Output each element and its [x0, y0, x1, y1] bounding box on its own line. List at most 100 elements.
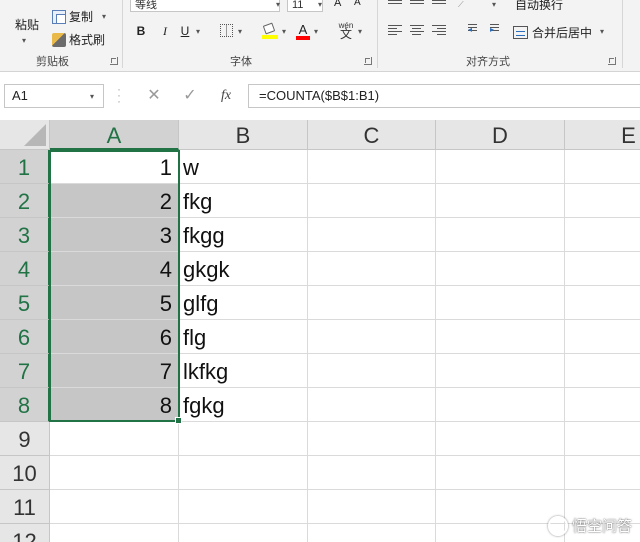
cell-b4[interactable]: gkgk — [179, 252, 308, 286]
cell-d4[interactable] — [436, 252, 565, 286]
font-size-dropdown-icon[interactable]: ▾ — [318, 0, 322, 9]
cell-e7[interactable] — [565, 354, 640, 388]
middle-align-icon[interactable] — [410, 0, 424, 12]
cell-c11[interactable] — [308, 490, 436, 524]
cell-a8[interactable]: 8 — [50, 388, 179, 422]
cell-c1[interactable] — [308, 150, 436, 184]
bold-button[interactable]: B — [134, 24, 148, 38]
align-center-icon[interactable] — [410, 25, 424, 37]
cell-e3[interactable] — [565, 218, 640, 252]
row-header-1[interactable]: 1 — [0, 150, 50, 184]
top-align-icon[interactable] — [388, 0, 402, 12]
cell-b1[interactable]: w — [179, 150, 308, 184]
cell-c3[interactable] — [308, 218, 436, 252]
clipboard-launcher-icon[interactable] — [110, 57, 118, 65]
enter-entry-button[interactable]: ✓ — [180, 86, 200, 106]
copy-button[interactable]: 复制 — [52, 8, 93, 25]
align-left-icon[interactable] — [388, 25, 402, 37]
cell-c12[interactable] — [308, 524, 436, 542]
worksheet-grid[interactable]: A B C D E 1 2 3 4 5 6 7 8 9 10 11 12 1 2… — [0, 120, 640, 542]
cell-b8[interactable]: fgkg — [179, 388, 308, 422]
row-header-8[interactable]: 8 — [0, 388, 50, 422]
italic-button[interactable]: I — [158, 24, 172, 39]
fill-color-dropdown-icon[interactable]: ▾ — [282, 27, 286, 36]
cell-d9[interactable] — [436, 422, 565, 456]
cell-b12[interactable] — [179, 524, 308, 542]
row-header-3[interactable]: 3 — [0, 218, 50, 252]
font-color-icon[interactable]: A — [296, 22, 310, 40]
insert-function-button[interactable]: fx — [216, 86, 236, 106]
row-header-11[interactable]: 11 — [0, 490, 50, 524]
underline-dropdown-icon[interactable]: ▾ — [196, 27, 200, 36]
paste-button[interactable]: 粘贴 — [10, 16, 44, 48]
cancel-entry-button[interactable]: ✕ — [144, 86, 164, 106]
cell-b9[interactable] — [179, 422, 308, 456]
cell-c6[interactable] — [308, 320, 436, 354]
column-header-d[interactable]: D — [436, 120, 565, 150]
formula-input[interactable]: =COUNTA($B$1:B1) — [248, 84, 640, 108]
format-painter-button[interactable]: 格式刷 — [52, 31, 105, 48]
cell-d6[interactable] — [436, 320, 565, 354]
font-name-box[interactable]: 等线 — [130, 0, 280, 12]
cell-e6[interactable] — [565, 320, 640, 354]
fill-color-icon[interactable] — [262, 22, 278, 39]
borders-icon[interactable] — [220, 24, 233, 37]
wrap-text-button[interactable]: 自动换行 — [515, 0, 563, 10]
cell-e8[interactable] — [565, 388, 640, 422]
cell-e4[interactable] — [565, 252, 640, 286]
cell-d5[interactable] — [436, 286, 565, 320]
cell-d2[interactable] — [436, 184, 565, 218]
borders-dropdown-icon[interactable]: ▾ — [238, 27, 242, 36]
cell-d1[interactable] — [436, 150, 565, 184]
cell-b11[interactable] — [179, 490, 308, 524]
cell-d10[interactable] — [436, 456, 565, 490]
row-header-10[interactable]: 10 — [0, 456, 50, 490]
cell-b10[interactable] — [179, 456, 308, 490]
cell-c8[interactable] — [308, 388, 436, 422]
cell-c5[interactable] — [308, 286, 436, 320]
merge-center-button[interactable]: 合并后居中 — [513, 24, 592, 41]
font-color-dropdown-icon[interactable]: ▾ — [314, 27, 318, 36]
cell-a7[interactable]: 7 — [50, 354, 179, 388]
row-header-9[interactable]: 9 — [0, 422, 50, 456]
formula-bar-grip-icon[interactable]: · · · — [116, 83, 122, 107]
paste-dropdown-icon[interactable]: ▾ — [22, 36, 26, 45]
cell-b2[interactable]: fkg — [179, 184, 308, 218]
column-header-a[interactable]: A — [50, 120, 179, 150]
phonetic-dropdown-icon[interactable]: ▾ — [358, 27, 362, 36]
cell-c4[interactable] — [308, 252, 436, 286]
column-header-c[interactable]: C — [308, 120, 436, 150]
cell-d7[interactable] — [436, 354, 565, 388]
cell-a10[interactable] — [50, 456, 179, 490]
row-header-2[interactable]: 2 — [0, 184, 50, 218]
orientation-icon[interactable]: ⟋ — [458, 0, 464, 10]
row-header-4[interactable]: 4 — [0, 252, 50, 286]
name-box[interactable]: A1 — [4, 84, 104, 108]
cell-d12[interactable] — [436, 524, 565, 542]
cell-a2[interactable]: 2 — [50, 184, 179, 218]
cell-b7[interactable]: lkfkg — [179, 354, 308, 388]
cell-d8[interactable] — [436, 388, 565, 422]
increase-font-size-button[interactable]: A — [334, 0, 341, 9]
cell-d3[interactable] — [436, 218, 565, 252]
align-right-icon[interactable] — [432, 25, 446, 37]
column-header-b[interactable]: B — [179, 120, 308, 150]
cell-c10[interactable] — [308, 456, 436, 490]
cell-e9[interactable] — [565, 422, 640, 456]
cell-a6[interactable]: 6 — [50, 320, 179, 354]
row-header-6[interactable]: 6 — [0, 320, 50, 354]
decrease-indent-icon[interactable]: ◂ — [462, 24, 477, 36]
alignment-launcher-icon[interactable] — [608, 57, 616, 65]
decrease-font-size-button[interactable]: A — [354, 0, 361, 8]
merge-center-dropdown-icon[interactable]: ▾ — [600, 27, 604, 36]
cell-e1[interactable] — [565, 150, 640, 184]
font-name-dropdown-icon[interactable]: ▾ — [276, 0, 280, 9]
cell-b5[interactable]: glfg — [179, 286, 308, 320]
cell-a11[interactable] — [50, 490, 179, 524]
cell-a1[interactable]: 1 — [50, 150, 179, 184]
cell-a9[interactable] — [50, 422, 179, 456]
row-header-12[interactable]: 12 — [0, 524, 50, 542]
cell-e10[interactable] — [565, 456, 640, 490]
cell-a3[interactable]: 3 — [50, 218, 179, 252]
cell-a4[interactable]: 4 — [50, 252, 179, 286]
